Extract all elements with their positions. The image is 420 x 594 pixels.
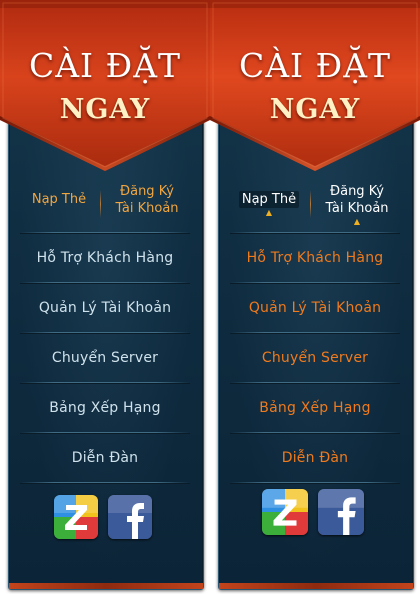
social-links	[54, 495, 154, 539]
tab-dang-ky-tai-khoan[interactable]: Đăng Ký Tài Khoản	[104, 182, 190, 226]
menu-item-quan-ly-tai-khoan[interactable]: Quản Lý Tài Khoản	[230, 284, 400, 332]
menu-list: Hỗ Trợ Khách Hàng Quản Lý Tài Khoản Chuy…	[230, 232, 400, 484]
tab-nap-the[interactable]: Nạp Thẻ	[20, 182, 98, 226]
social-links	[262, 489, 366, 535]
menu-item-chuyen-server[interactable]: Chuyển Server	[20, 334, 190, 382]
menu-item-ho-tro-khach-hang[interactable]: Hỗ Trợ Khách Hàng	[230, 234, 400, 282]
banner-title-line2: NGAY	[269, 94, 361, 125]
zing-z-icon	[54, 495, 98, 539]
tab-dang-ky-tai-khoan[interactable]: Đăng Ký Tài Khoản ▲	[314, 182, 400, 226]
zing-button[interactable]	[54, 495, 98, 539]
menu-item-chuyen-server[interactable]: Chuyển Server	[230, 334, 400, 382]
menu-item-dien-dan[interactable]: Diễn Đàn	[230, 434, 400, 482]
banner-ribbon-shape	[0, 0, 210, 171]
install-now-banner[interactable]: CÀI ĐẶT NGAY	[0, 0, 210, 172]
facebook-button[interactable]	[108, 495, 152, 539]
tab-nap-the[interactable]: Nạp Thẻ ▲	[230, 182, 308, 226]
tab-caret-up-icon: ▲	[353, 216, 361, 226]
menu-divider	[20, 482, 190, 484]
install-now-banner[interactable]: CÀI ĐẶT NGAY	[210, 0, 420, 172]
menu-item-bang-xep-hang[interactable]: Bảng Xếp Hạng	[230, 384, 400, 432]
menu-item-dien-dan[interactable]: Diễn Đàn	[20, 434, 190, 482]
tab-dang-ky-label-line1: Đăng Ký	[330, 183, 384, 199]
tab-row: Nạp Thẻ ▲ Đăng Ký Tài Khoản ▲	[230, 182, 400, 226]
menu-divider	[230, 482, 400, 484]
tab-dang-ky-label-line1: Đăng Ký	[120, 183, 174, 199]
tab-nap-the-label: Nạp Thẻ	[31, 192, 87, 207]
zing-button[interactable]	[262, 489, 308, 535]
banner-ribbon-shape	[210, 0, 420, 171]
facebook-button[interactable]	[318, 489, 364, 535]
tab-dang-ky-label-line2: Tài Khoản	[115, 200, 179, 216]
install-panel-hover: CÀI ĐẶT NGAY Nạp Thẻ ▲ Đăng Ký Tài Khoản…	[210, 0, 420, 594]
menu-item-quan-ly-tai-khoan[interactable]: Quản Lý Tài Khoản	[20, 284, 190, 332]
tab-caret-up-icon: ▲	[265, 208, 273, 217]
menu-item-bang-xep-hang[interactable]: Bảng Xếp Hạng	[20, 384, 190, 432]
install-panel-default: CÀI ĐẶT NGAY Nạp Thẻ Đăng Ký Tài Khoản H…	[0, 0, 210, 594]
banner-title-line2: NGAY	[59, 94, 151, 125]
zing-z-icon	[262, 489, 308, 535]
tab-nap-the-label: Nạp Thẻ	[238, 191, 300, 208]
tab-dang-ky-label-line2: Tài Khoản	[325, 200, 389, 216]
banner-title-line1: CÀI ĐẶT	[238, 46, 392, 85]
menu-item-ho-tro-khach-hang[interactable]: Hỗ Trợ Khách Hàng	[20, 234, 190, 282]
banner-title-line1: CÀI ĐẶT	[28, 46, 182, 85]
tab-row: Nạp Thẻ Đăng Ký Tài Khoản	[20, 182, 190, 226]
tab-divider	[100, 190, 101, 218]
tab-divider	[310, 190, 311, 218]
facebook-f-icon	[318, 489, 364, 535]
menu-list: Hỗ Trợ Khách Hàng Quản Lý Tài Khoản Chuy…	[20, 232, 190, 484]
facebook-f-icon	[108, 495, 152, 539]
